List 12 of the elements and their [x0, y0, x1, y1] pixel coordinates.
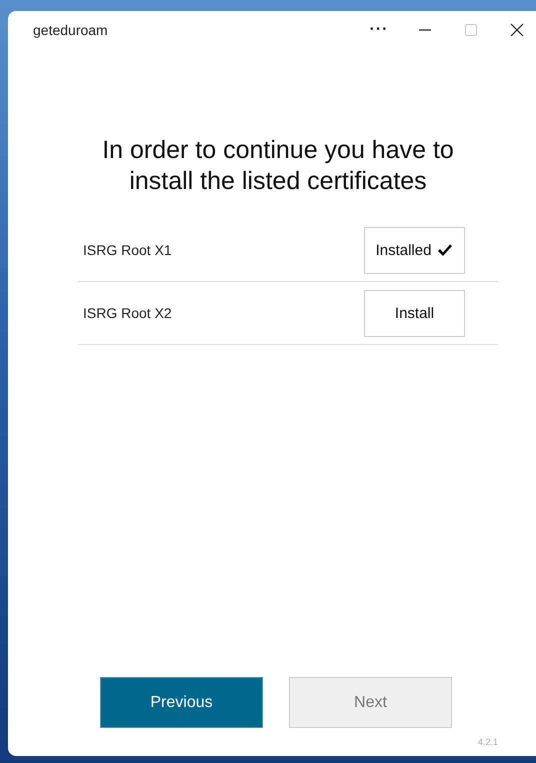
version-label: 4.2.1 [478, 737, 498, 747]
heading: In order to continue you have to install the listed certificates [101, 135, 455, 197]
install-button[interactable]: Install [364, 290, 465, 336]
certificate-name: ISRG Root X2 [83, 305, 172, 321]
checkmark-icon [437, 244, 454, 256]
maximize-icon [464, 23, 478, 37]
previous-button[interactable]: Previous [100, 677, 263, 728]
certificate-name: ISRG Root X1 [83, 242, 172, 258]
window-title: geteduroam [33, 22, 108, 38]
more-button[interactable]: ··· [356, 15, 402, 45]
install-button[interactable]: Installed [364, 226, 465, 274]
close-icon [510, 23, 524, 37]
